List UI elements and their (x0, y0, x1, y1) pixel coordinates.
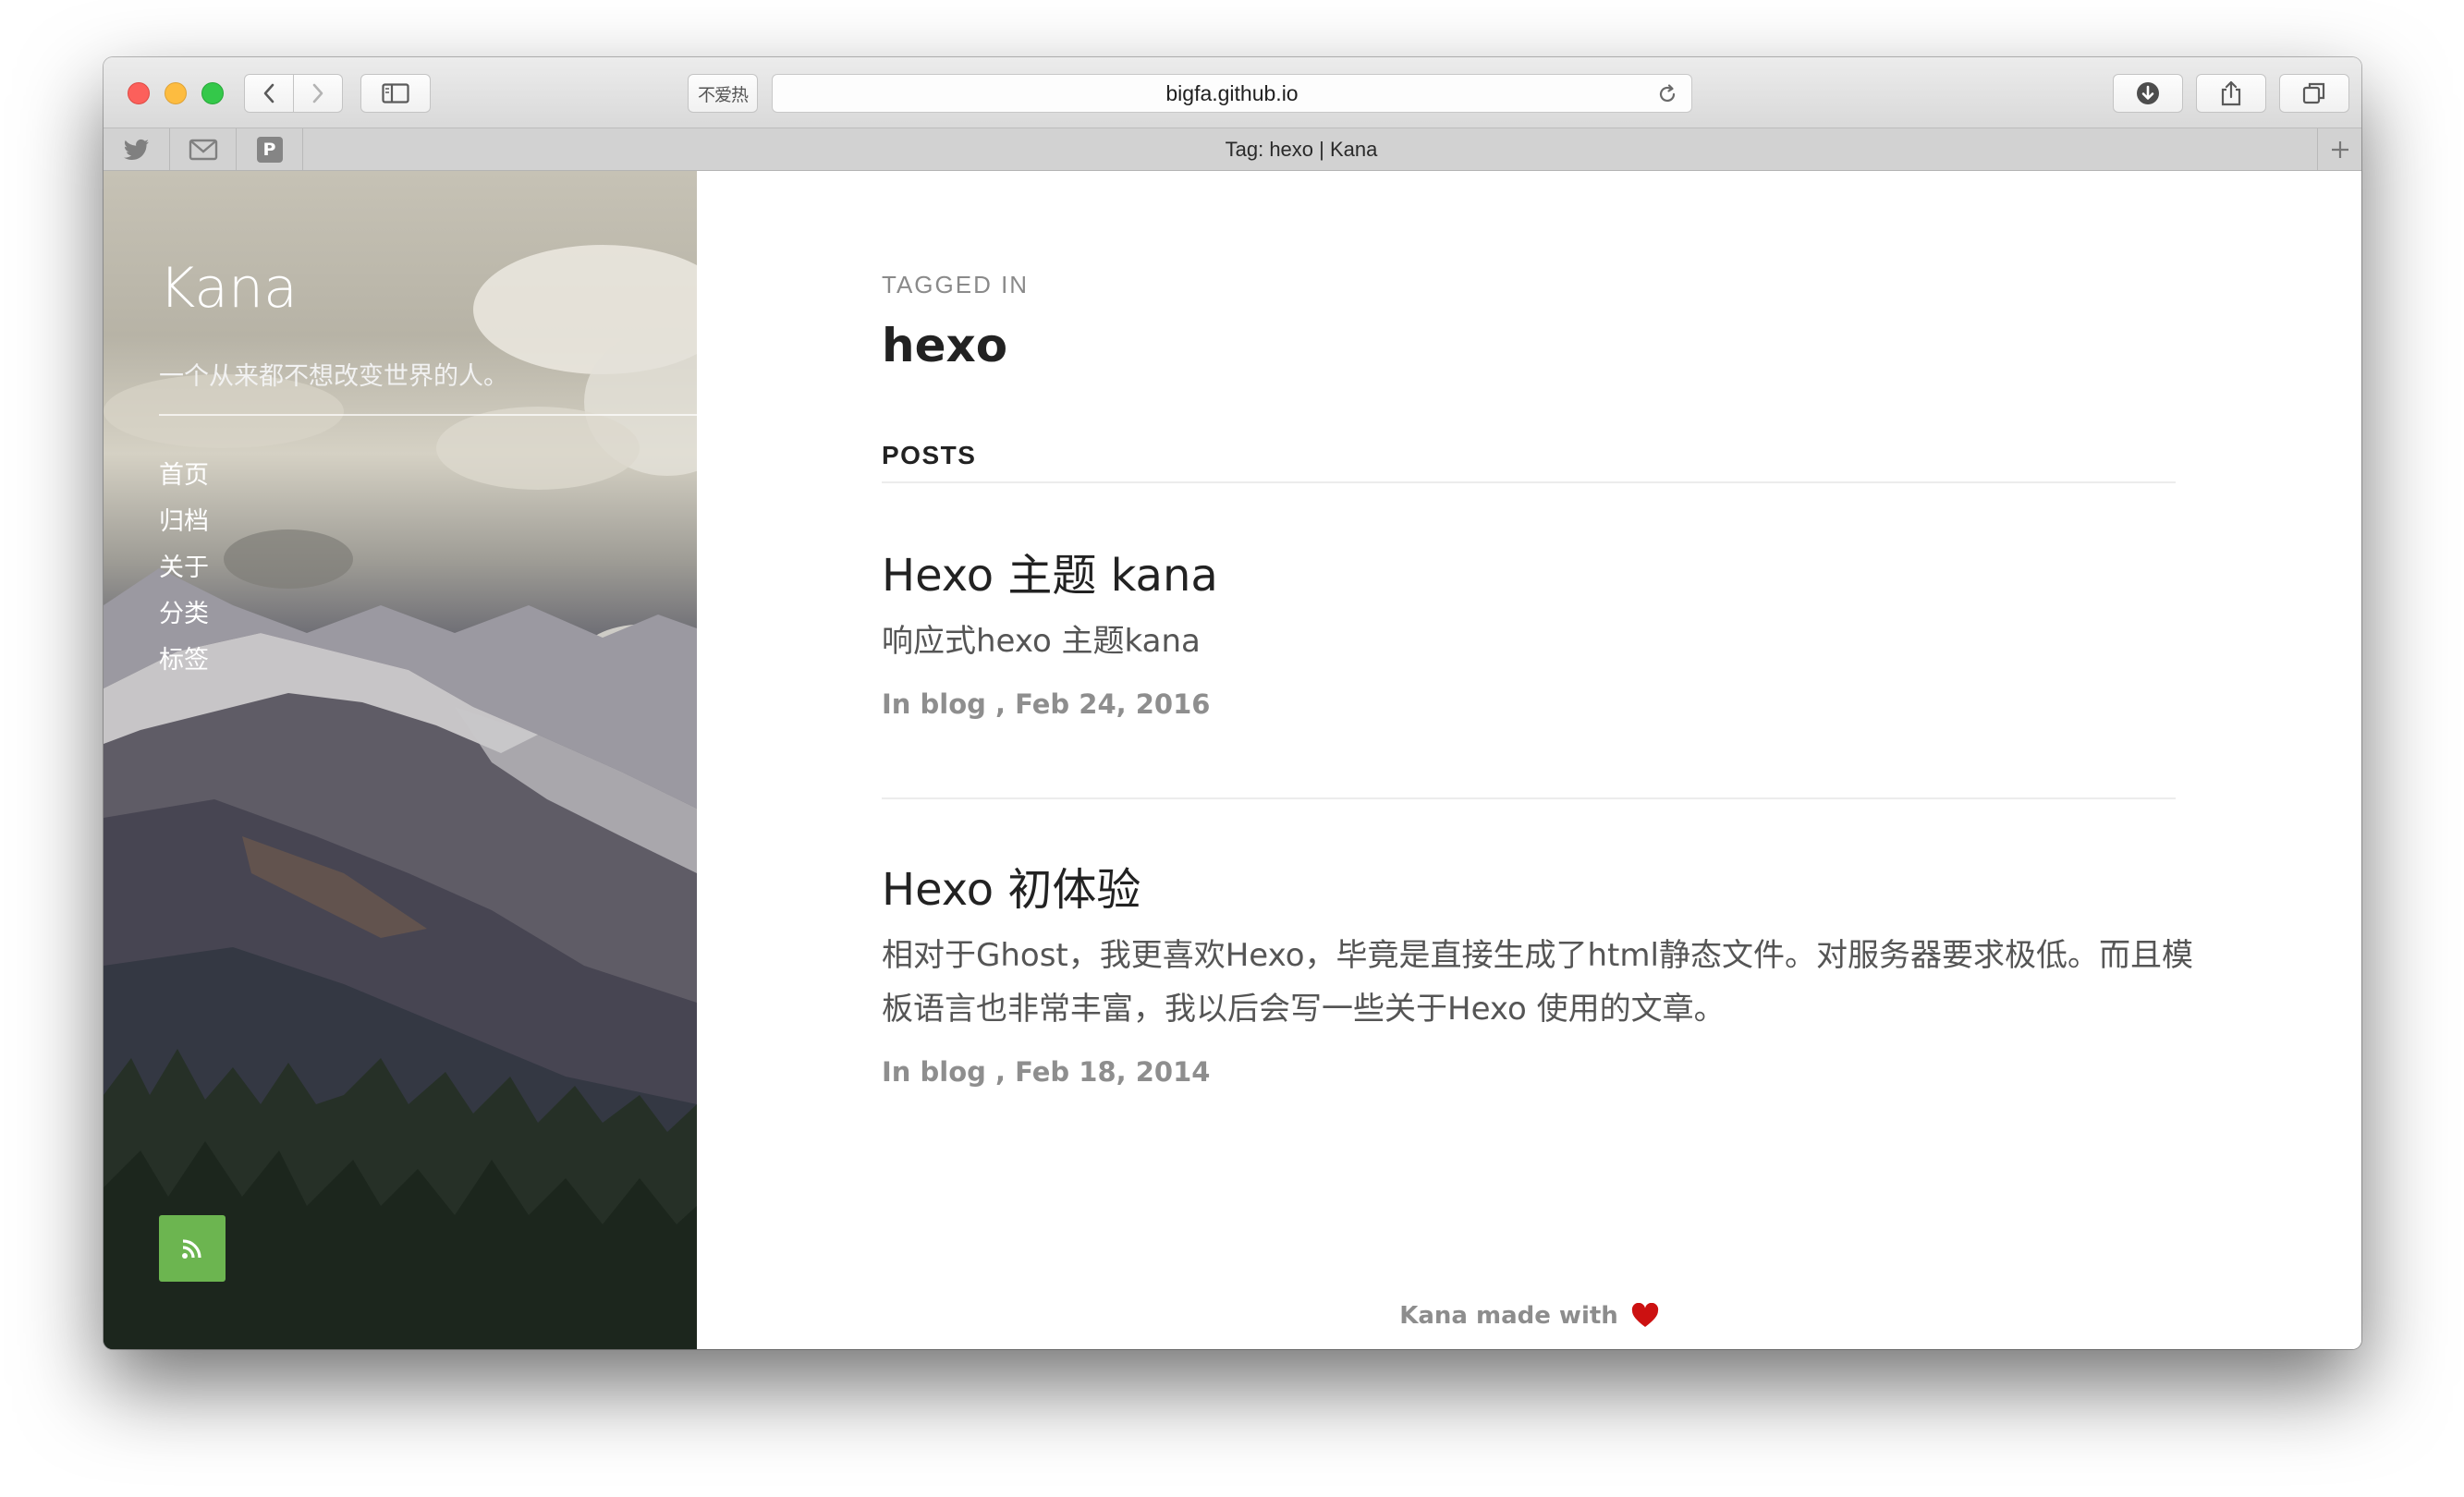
divider (882, 797, 2176, 799)
active-tab-title[interactable]: Tag: hexo | Kana (303, 128, 2299, 170)
post-item: Hexo 初体验 相对于Ghost，我更喜欢Hexo，毕竟是直接生成了html静… (882, 860, 2194, 1088)
sidebar-divider (159, 414, 697, 416)
page-footer: Kana made with (697, 1302, 2361, 1330)
forward-button[interactable] (293, 74, 343, 113)
sidebar-icon (382, 83, 409, 103)
share-icon (2221, 80, 2241, 106)
mail-icon (189, 139, 217, 160)
reload-icon[interactable] (1656, 83, 1678, 105)
tabs-overview-icon (2302, 82, 2325, 104)
tagged-in-label: TAGGED IN (882, 271, 1030, 298)
minimize-window-button[interactable] (165, 82, 187, 104)
main-content: TAGGED IN hexo POSTS Hexo 主题 kana 响应式hex… (697, 171, 2361, 1349)
rss-button[interactable] (159, 1215, 226, 1282)
chevron-left-icon (263, 83, 274, 103)
footer-text: Kana made with (1399, 1302, 1618, 1330)
nav-item-tags[interactable]: 标签 (159, 645, 209, 691)
post-title-link[interactable]: Hexo 初体验 (882, 860, 2194, 919)
post-item: Hexo 主题 kana 响应式hexo 主题kana In blog , Fe… (882, 546, 2194, 720)
site-description: 一个从来都不想改变世界的人。 (159, 362, 508, 391)
downloads-button[interactable] (2113, 74, 2183, 113)
extension-label: 不爱热 (697, 84, 749, 105)
chevron-right-icon (312, 83, 323, 103)
address-bar[interactable]: bigfa.github.io (772, 74, 1692, 113)
tab-bar: P Tag: hexo | Kana (104, 128, 2361, 171)
twitter-icon (123, 139, 149, 160)
download-icon (2137, 82, 2159, 104)
posts-section-label: POSTS (882, 441, 977, 469)
divider (882, 481, 2176, 483)
post-excerpt: 相对于Ghost，我更喜欢Hexo，毕竟是直接生成了html静态文件。对服务器要… (882, 937, 2193, 1028)
nav-item-about[interactable]: 关于 (159, 553, 209, 599)
favorite-twitter[interactable] (104, 128, 170, 170)
mountain-background-image (104, 245, 697, 1349)
rss-icon (182, 1239, 201, 1259)
p-icon: P (256, 136, 283, 163)
nav-item-home[interactable]: 首页 (159, 460, 209, 506)
nav-item-categories[interactable]: 分类 (159, 599, 209, 645)
share-button[interactable] (2196, 74, 2266, 113)
sidebar-nav: 首页 归档 关于 分类 标签 (159, 460, 209, 691)
post-excerpt: 响应式hexo 主题kana (882, 623, 1201, 660)
browser-window: 不爱热 bigfa.github.io P Tag: hexo | Kana K… (104, 57, 2361, 1349)
favorite-p[interactable]: P (237, 128, 303, 170)
blog-sidebar: Kana 一个从来都不想改变世界的人。 首页 归档 关于 分类 标签 (104, 171, 697, 1349)
back-button[interactable] (244, 74, 294, 113)
browser-toolbar: 不爱热 bigfa.github.io (104, 57, 2361, 128)
plus-icon (2331, 140, 2348, 158)
show-tabs-button[interactable] (2279, 74, 2349, 113)
post-title-link[interactable]: Hexo 主题 kana (882, 546, 2194, 605)
new-tab-button[interactable] (2317, 128, 2361, 170)
favorite-mail[interactable] (170, 128, 237, 170)
sidebar-toggle-button[interactable] (360, 74, 431, 113)
post-meta: In blog , Feb 18, 2014 (882, 1056, 1211, 1088)
post-meta: In blog , Feb 24, 2016 (882, 688, 1211, 720)
extension-button[interactable]: 不爱热 (688, 74, 758, 113)
nav-item-archive[interactable]: 归档 (159, 506, 209, 553)
url-text: bigfa.github.io (1165, 80, 1299, 105)
site-title[interactable]: Kana (159, 256, 298, 321)
heart-icon (1631, 1303, 1658, 1327)
tag-name-heading: hexo (882, 319, 1008, 372)
web-page: Kana 一个从来都不想改变世界的人。 首页 归档 关于 分类 标签 TAGGE… (104, 171, 2361, 1349)
close-window-button[interactable] (128, 82, 150, 104)
zoom-window-button[interactable] (201, 82, 224, 104)
